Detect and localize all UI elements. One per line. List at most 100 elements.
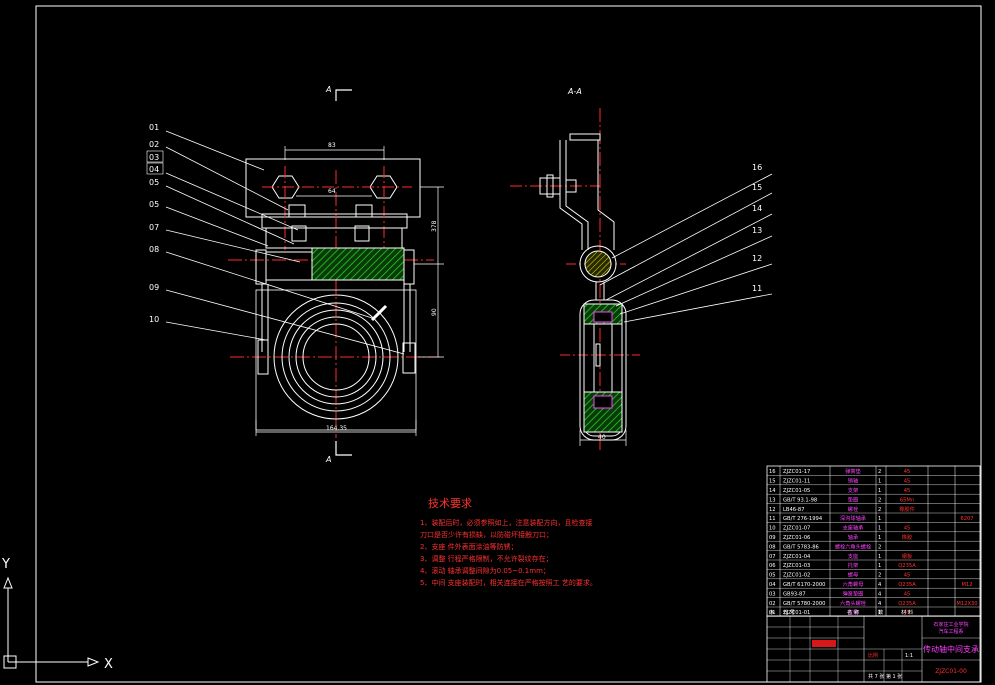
part-label-08: 08 — [149, 245, 159, 254]
part-label-14: 14 — [752, 204, 762, 213]
bom-cell-code: ZJZC01-11 — [783, 479, 810, 485]
cad-drawing-canvas: A A A-A 83 64 378 90 164.35 01 02 03 04 … — [1, 5, 982, 683]
bom-header-name: 名 称 — [847, 608, 859, 616]
bom-cell-name: 弹簧垫圈 — [843, 589, 864, 597]
title-scale-label: 比例 — [868, 652, 878, 659]
bom-cell-mat: 钢板 — [902, 552, 913, 560]
bom-cell-code: ZJZC01-05 — [783, 488, 810, 494]
bom-cell-code: LB46-87 — [783, 507, 805, 513]
bom-cell-name: 销轴 — [848, 477, 858, 485]
part-label-01: 01 — [149, 123, 159, 132]
part-label-07: 07 — [149, 223, 159, 232]
part-label-05: 05 — [149, 178, 159, 187]
bom-cell-no: 08 — [769, 544, 776, 550]
bom-cell-code: GB/T 5783-86 — [783, 544, 819, 550]
part-label-12: 12 — [752, 254, 762, 263]
title-block: 石家庄工业学院 汽车工程系 传动轴中间支承 ZJZC01-00 比例 1:1 共… — [766, 615, 981, 683]
bom-cell-no: 13 — [769, 497, 776, 503]
bom-cell-qty: 1 — [878, 479, 881, 485]
bom-cell-name: 六角螺母 — [843, 580, 864, 588]
bom-cell-no: 16 — [769, 469, 776, 475]
part-label-03: 03 — [149, 153, 159, 162]
section-marker-top: A — [325, 85, 352, 101]
bom-cell-name: 支架 — [848, 486, 858, 494]
bom-cell-name: 弹簧垫 — [845, 467, 861, 475]
bom-cell-qty: 4 — [878, 582, 882, 588]
bom-cell-qty: 4 — [878, 601, 882, 607]
bom-cell-code: GB93-87 — [783, 591, 806, 597]
bom-cell-qty: 2 — [878, 544, 881, 550]
bom-cell-qty: 1 — [878, 554, 881, 560]
ucs-y-label: Y — [1, 557, 10, 572]
title-sheet-info: 共 7 张 第 1 张 — [868, 673, 902, 680]
title-school: 石家庄工业学院 — [933, 621, 968, 628]
tech-req-item-2: 刀口是否少许有损缺，以防碰坏接触刀口； — [420, 530, 553, 539]
bom-cell-no: 10 — [769, 526, 776, 532]
tech-req-title: 技术要求 — [428, 497, 472, 510]
bom-cell-name: 螺栓 — [848, 505, 859, 513]
bom-cell-mat: 45 — [904, 469, 911, 475]
bom-cell-mat: 45 — [904, 526, 911, 532]
part-label-10: 10 — [149, 315, 159, 324]
bom-table: 16 ZJZC01-17 弹簧垫 2 4515 ZJZC01-11 销轴 1 4514 ZJZC0… — [766, 465, 981, 617]
dim-bottom: 164.35 — [326, 425, 347, 432]
bom-cell-name: 深沟球轴承 — [840, 514, 867, 522]
bom-cell-qty: 2 — [878, 497, 881, 503]
part-label-02: 02 — [149, 140, 159, 149]
bom-cell-code: GB/T 93.1-98 — [783, 497, 817, 503]
ucs-x-label: X — [104, 657, 113, 672]
side-view-callouts: 16 15 14 13 12 11 — [599, 163, 773, 323]
bom-cell-mat: 65Mn — [900, 497, 914, 503]
bom-cell-qty: 1 — [878, 526, 881, 532]
bom-header-code: 代 号 — [783, 608, 795, 616]
bom-header-qty: 数 — [878, 608, 884, 616]
part-label-16: 16 — [752, 163, 762, 172]
bom-cell-no: 15 — [769, 479, 776, 485]
bom-cell-qty: 1 — [878, 516, 881, 522]
bom-cell-note: 6207 — [960, 516, 973, 522]
dim-side-width: 40 — [598, 434, 606, 441]
bom-header-no: 序 — [769, 608, 774, 616]
section-marker-top-label: A — [325, 85, 331, 94]
part-label-09: 09 — [149, 283, 159, 292]
bom-cell-qty: 1 — [878, 563, 881, 569]
dim-mid: 90 — [431, 308, 438, 316]
bom-cell-no: 12 — [769, 507, 776, 513]
bom-cell-mat: Q235A — [898, 563, 916, 569]
dim-height: 378 — [431, 220, 438, 232]
part-label-11: 11 — [752, 284, 762, 293]
section-marker-bottom-label: A — [325, 455, 331, 464]
bom-cell-code: ZJZC01-17 — [783, 469, 810, 475]
title-drawing-no: ZJZC01-00 — [935, 668, 967, 675]
bom-cell-code: GB/T 5780-2000 — [783, 601, 825, 607]
bom-cell-mat: 45 — [904, 479, 911, 485]
bom-cell-name: 垫圈 — [848, 495, 858, 503]
bom-cell-qty: 2 — [878, 469, 881, 475]
section-view-title: A-A — [567, 87, 582, 96]
part-label-13: 13 — [752, 226, 762, 235]
bom-cell-name: 六角头螺栓 — [840, 599, 867, 607]
bom-cell-qty: 1 — [878, 488, 881, 494]
bom-cell-no: 05 — [769, 573, 776, 579]
tech-req-item-3: 2、支座 件外表面涂油等防锈； — [420, 542, 518, 551]
bom-cell-no: 11 — [769, 516, 776, 522]
ucs-icon: X Y — [1, 557, 113, 672]
bom-cell-qty: 4 — [878, 591, 882, 597]
bom-cell-no: 14 — [769, 488, 776, 494]
part-label-06: 05 — [149, 200, 159, 209]
tech-req-item-4: 3、调整 行程严格限制，不允许裂纹存在； — [420, 554, 553, 563]
bom-cell-mat: 橡胶件 — [899, 505, 915, 513]
bom-cell-code: GB/T 276-1994 — [783, 516, 823, 522]
bom-cell-qty: 2 — [878, 573, 881, 579]
part-label-15: 15 — [752, 183, 762, 192]
bom-cell-code: ZJZC01-06 — [783, 535, 810, 541]
bom-cell-name: 轴承 — [848, 533, 859, 541]
bom-cell-name: 螺栓六角头螺栓 — [835, 542, 872, 550]
bom-cell-no: 02 — [769, 601, 776, 607]
bom-header-mat: 材 料 — [901, 608, 913, 616]
title-scale: 1:1 — [905, 653, 913, 659]
bom-cell-name: 支座轴承 — [843, 524, 865, 532]
bom-cell-code: ZJZC01-03 — [783, 563, 810, 569]
bom-cell-code: ZJZC01-04 — [783, 554, 811, 560]
front-view-callouts: 01 02 03 04 05 05 07 08 09 10 — [146, 123, 405, 355]
